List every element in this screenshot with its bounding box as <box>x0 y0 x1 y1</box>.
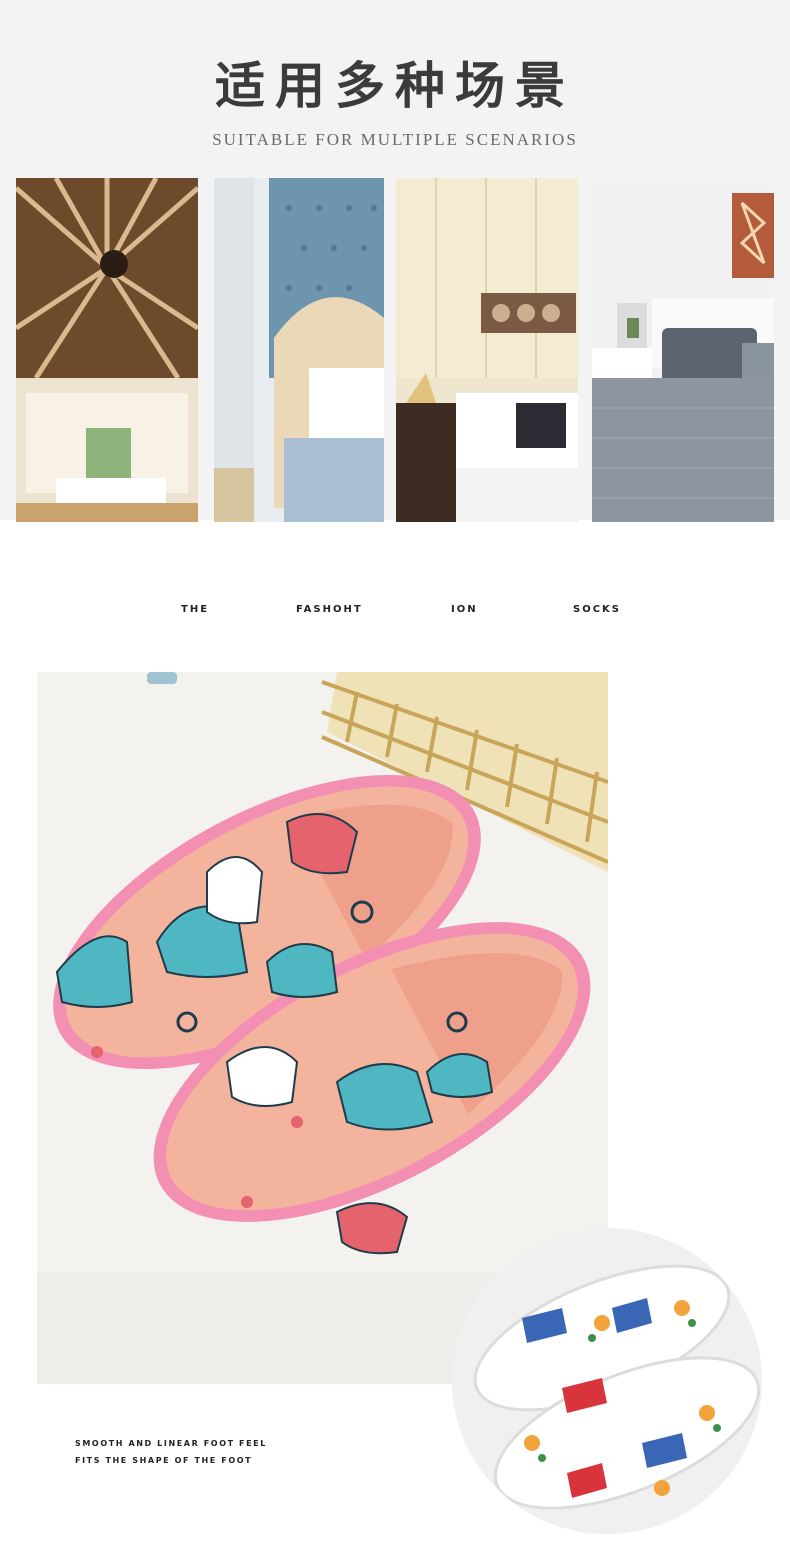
section-title: 适用多种场景 <box>215 56 575 115</box>
feature-line: SMOOTH AND LINEAR FOOT FEEL <box>75 1439 267 1448</box>
grey-bedroom-photo <box>592 178 774 522</box>
tagline-word: ION <box>451 604 478 615</box>
tagline-word: THE <box>181 604 210 615</box>
hotel-room-photo <box>396 178 578 522</box>
section-subtitle: SUITABLE FOR MULTIPLE SCENARIOS <box>212 130 578 149</box>
tagline-word: SOCKS <box>573 604 621 615</box>
resort-room-photo <box>16 178 198 522</box>
floral-slippers-inset-photo <box>452 1228 762 1534</box>
feature-line: FITS THE SHAPE OF THE FOOT <box>75 1456 253 1465</box>
tufted-headboard-bedroom-photo <box>214 178 384 522</box>
tagline-word: FASHOHT <box>296 604 363 615</box>
